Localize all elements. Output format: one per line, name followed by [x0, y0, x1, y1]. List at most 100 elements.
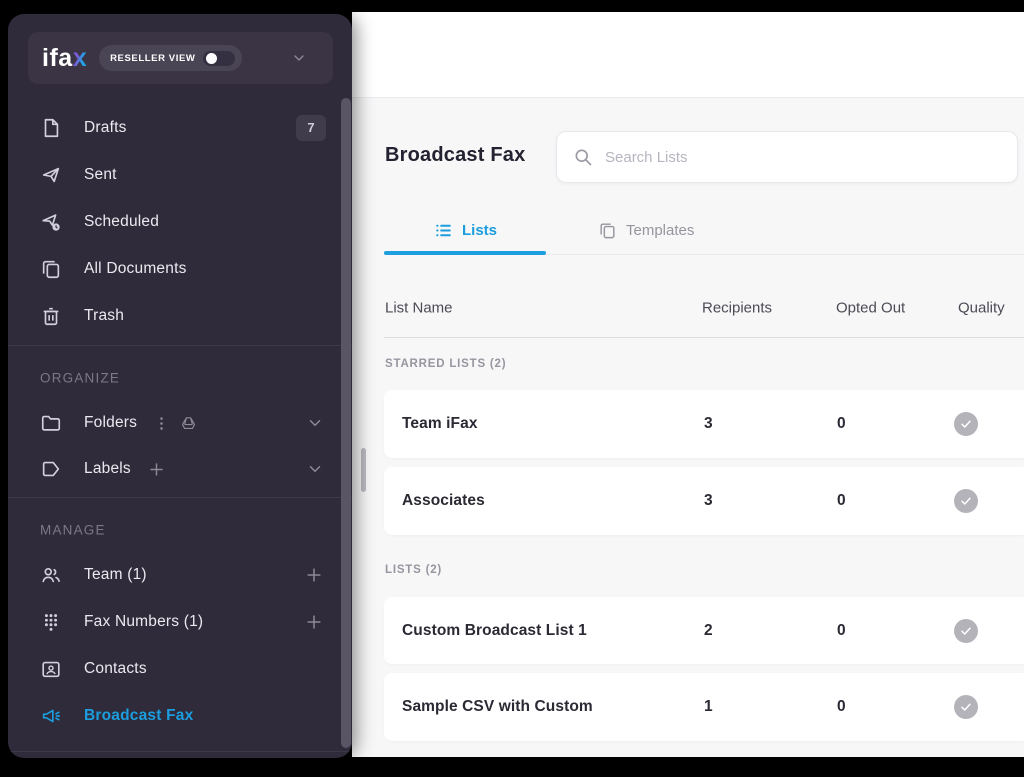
app-window: Broadcast Fax Lists Templates List Name … [0, 0, 1024, 777]
search-input[interactable] [605, 149, 1001, 166]
all-documents-icon [40, 258, 62, 280]
section-title-manage: MANAGE [40, 523, 106, 538]
sidebar-item-drafts[interactable]: Drafts 7 [28, 104, 330, 151]
chevron-down-icon[interactable] [306, 414, 324, 432]
list-name: Sample CSV with Custom [402, 698, 593, 716]
list-name: Team iFax [402, 415, 478, 433]
tab-templates-label: Templates [626, 222, 694, 239]
table-row[interactable]: Associates 3 0 [384, 467, 1024, 535]
opted-out-count: 0 [837, 415, 846, 433]
drafts-count-badge: 7 [296, 115, 326, 141]
group-label-starred-lists: STARRED LISTS (2) [385, 358, 506, 370]
sidebar-divider [8, 497, 352, 498]
check-icon [960, 625, 972, 637]
check-icon [960, 495, 972, 507]
table-row[interactable]: Sample CSV with Custom 1 0 [384, 673, 1024, 741]
main-scrollbar[interactable] [361, 448, 366, 492]
sidebar-header[interactable]: ifax RESELLER VIEW [28, 32, 333, 84]
main-content: Broadcast Fax Lists Templates List Name … [352, 12, 1024, 757]
search-box[interactable] [556, 131, 1018, 183]
opted-out-count: 0 [837, 622, 846, 640]
sidebar-item-label: Drafts [84, 119, 127, 137]
label-tag-icon [40, 458, 62, 480]
sidebar-divider [8, 751, 352, 752]
sidebar-item-label: Team (1) [84, 566, 147, 584]
sidebar-item-contacts[interactable]: Contacts [28, 645, 330, 692]
sidebar-item-team[interactable]: Team (1) [28, 551, 330, 598]
table-row[interactable]: Custom Broadcast List 1 2 0 [384, 597, 1024, 664]
team-icon [40, 564, 62, 586]
sent-icon [40, 164, 62, 186]
sidebar-item-broadcast-fax[interactable]: Broadcast Fax [28, 692, 330, 739]
sidebar-divider [8, 345, 352, 346]
section-title-organize: ORGANIZE [40, 371, 120, 386]
sidebar-scrollbar[interactable] [341, 98, 351, 748]
toggle-knob [206, 53, 217, 64]
opted-out-count: 0 [837, 492, 846, 510]
chevron-down-icon[interactable] [291, 50, 307, 66]
reseller-view-toggle[interactable] [203, 51, 235, 66]
tab-templates[interactable]: Templates [598, 210, 694, 250]
templates-icon [598, 221, 617, 240]
recipients-count: 3 [704, 415, 713, 433]
column-header-opted-out: Opted Out [836, 300, 905, 317]
plus-icon[interactable] [147, 460, 166, 479]
quality-check-badge [954, 412, 978, 436]
column-header-quality: Quality [958, 300, 1005, 317]
column-header-recipients: Recipients [702, 300, 772, 317]
sidebar-item-label: Contacts [84, 660, 147, 678]
quality-check-badge [954, 489, 978, 513]
contacts-icon [40, 658, 62, 680]
list-icon [434, 221, 453, 240]
sidebar-item-fax-numbers[interactable]: Fax Numbers (1) [28, 598, 330, 645]
sidebar-item-trash[interactable]: Trash [28, 292, 330, 339]
sidebar-item-folders[interactable]: Folders [28, 400, 330, 446]
reseller-view-label: RESELLER VIEW [110, 53, 195, 64]
tab-lists-label: Lists [462, 222, 497, 239]
kebab-menu-icon[interactable] [153, 415, 170, 432]
check-icon [960, 701, 972, 713]
group-label-lists: LISTS (2) [385, 564, 442, 576]
trash-icon [40, 305, 62, 327]
sidebar: ifax RESELLER VIEW Drafts 7 Sent Schedul… [8, 14, 352, 758]
recipients-count: 3 [704, 492, 713, 510]
tab-lists[interactable]: Lists [434, 210, 497, 250]
sidebar-item-labels[interactable]: Labels [28, 446, 330, 492]
sidebar-item-label: Labels [84, 460, 131, 478]
sidebar-item-label: Fax Numbers (1) [84, 613, 203, 631]
sidebar-item-label: All Documents [84, 260, 187, 278]
table-header-divider [384, 337, 1024, 338]
page-title: Broadcast Fax [385, 144, 525, 167]
quality-check-badge [954, 695, 978, 719]
scheduled-icon [40, 211, 62, 233]
check-icon [960, 418, 972, 430]
recipients-count: 1 [704, 698, 713, 716]
main-header-band [352, 12, 1024, 97]
draft-icon [40, 117, 62, 139]
active-tab-underline [384, 251, 546, 255]
opted-out-count: 0 [837, 698, 846, 716]
sidebar-item-label: Trash [84, 307, 124, 325]
ifax-logo: ifax [42, 46, 87, 71]
quality-check-badge [954, 619, 978, 643]
list-name: Associates [402, 492, 485, 510]
sidebar-item-label: Folders [84, 414, 137, 432]
megaphone-icon [40, 705, 62, 727]
recipients-count: 2 [704, 622, 713, 640]
sidebar-item-label: Broadcast Fax [84, 707, 193, 725]
plus-icon[interactable] [304, 612, 324, 632]
chevron-down-icon[interactable] [306, 460, 324, 478]
reseller-view-badge: RESELLER VIEW [99, 45, 241, 71]
search-icon [573, 147, 593, 167]
sidebar-item-label: Scheduled [84, 213, 159, 231]
sidebar-item-sent[interactable]: Sent [28, 151, 330, 198]
table-row[interactable]: Team iFax 3 0 [384, 390, 1024, 458]
dialpad-icon [40, 611, 62, 633]
sidebar-item-scheduled[interactable]: Scheduled [28, 198, 330, 245]
list-name: Custom Broadcast List 1 [402, 622, 587, 640]
sidebar-item-all-documents[interactable]: All Documents [28, 245, 330, 292]
drive-icon[interactable] [180, 415, 197, 432]
plus-icon[interactable] [304, 565, 324, 585]
column-header-list-name: List Name [385, 300, 453, 317]
sidebar-item-label: Sent [84, 166, 117, 184]
